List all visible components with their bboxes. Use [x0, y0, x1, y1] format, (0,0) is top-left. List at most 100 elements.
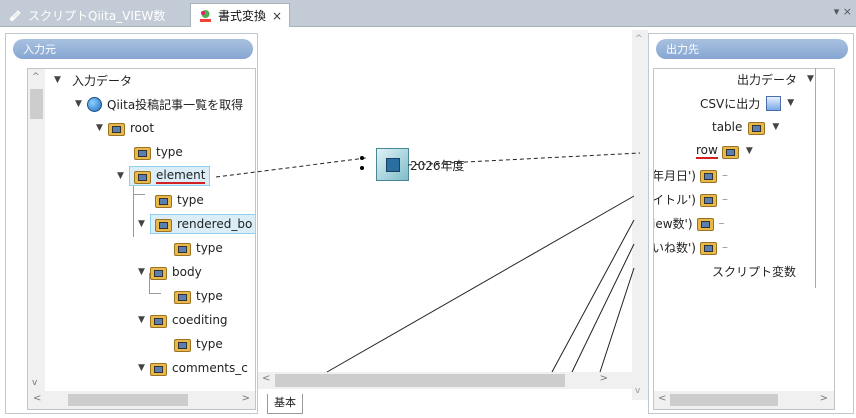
- collapse-arrow-icon[interactable]: ▼: [138, 363, 150, 373]
- function-node-label: 2026年度: [410, 159, 465, 173]
- scroll-thumb[interactable]: [275, 374, 565, 387]
- scroll-thumb[interactable]: [670, 394, 778, 406]
- tree-node-type[interactable]: type: [174, 238, 223, 258]
- tree-node-label: row: [696, 143, 718, 159]
- collapse-arrow-icon[interactable]: ▼: [807, 74, 819, 84]
- input-source-header: 入力元: [13, 39, 253, 59]
- tree-connector: –: [721, 192, 728, 206]
- tree-node-label: いね数'): [653, 240, 696, 255]
- globe-icon: [87, 96, 102, 112]
- tree-node-coediting[interactable]: ▼ coediting: [138, 310, 228, 330]
- collapse-arrow-icon[interactable]: ▼: [117, 171, 129, 181]
- function-node-icon[interactable]: [376, 148, 409, 181]
- tree-connector: –: [718, 216, 725, 230]
- folder-icon: [748, 120, 766, 135]
- scroll-up-icon[interactable]: ^: [635, 34, 643, 44]
- scroll-right-icon[interactable]: >: [820, 393, 828, 404]
- tab-script-qiita-view[interactable]: スクリプトQiita_VIEW数: [8, 3, 165, 27]
- tree-node-label: type: [196, 337, 223, 351]
- collapse-arrow-icon[interactable]: ▼: [138, 219, 150, 229]
- tree-guide: [149, 293, 161, 294]
- scroll-left-icon[interactable]: <: [33, 393, 41, 404]
- tree-connector: –: [721, 240, 728, 254]
- collapse-arrow-icon[interactable]: ▼: [96, 123, 108, 133]
- tree-node-label: table: [712, 120, 743, 134]
- tree-node-input-data[interactable]: ▼ 入力データ: [54, 70, 132, 90]
- tree-node-output-data[interactable]: 出力データ ▼: [737, 69, 819, 89]
- folder-icon: [174, 337, 191, 352]
- tab-bar: スクリプトQiita_VIEW数 書式変換 × ▾ ×: [0, 0, 856, 27]
- tab-label: スクリプトQiita_VIEW数: [28, 8, 166, 23]
- folder-icon: [134, 169, 151, 184]
- tree-node-label: element: [156, 168, 206, 184]
- collapse-arrow-icon[interactable]: ▼: [138, 267, 150, 277]
- scroll-right-icon[interactable]: >: [242, 393, 250, 404]
- canvas-vertical-scrollbar[interactable]: ^ v: [632, 30, 648, 400]
- tree-node-label: 年月日'): [653, 168, 696, 183]
- tab-basic[interactable]: 基本: [267, 394, 303, 414]
- folder-icon: [699, 168, 717, 183]
- canvas-horizontal-scrollbar[interactable]: < >: [258, 372, 632, 389]
- tree-node-rendered-body[interactable]: ▼ rendered_bo: [138, 214, 255, 234]
- tree-node-label: type: [177, 193, 204, 207]
- tree-node-label: coediting: [172, 313, 228, 327]
- close-icon[interactable]: ×: [272, 9, 282, 23]
- scroll-thumb[interactable]: [68, 394, 188, 406]
- mapping-canvas[interactable]: 2026年度 ^ v < > 基本: [258, 30, 648, 414]
- csv-file-icon: [766, 95, 782, 111]
- tree-node-type[interactable]: type: [134, 142, 183, 162]
- collapse-arrow-icon[interactable]: ▼: [75, 99, 87, 109]
- tree-node-table[interactable]: table ▼: [712, 117, 784, 137]
- tree-node-type[interactable]: type: [155, 190, 204, 210]
- collapse-arrow-icon[interactable]: ▼: [772, 122, 784, 132]
- tree-node-type[interactable]: type: [174, 286, 223, 306]
- tree-node-selection[interactable]: element: [129, 166, 211, 186]
- format-conversion-window: スクリプトQiita_VIEW数 書式変換 × ▾ × 入力元 ^ v ▼ 入力…: [0, 0, 856, 418]
- collapse-arrow-icon[interactable]: ▼: [54, 75, 66, 85]
- folder-icon: [696, 216, 714, 231]
- scroll-left-icon[interactable]: <: [262, 373, 270, 384]
- tree-node-likes-count-field[interactable]: いね数') –: [653, 237, 728, 257]
- script-icon: [8, 8, 23, 23]
- scroll-right-icon[interactable]: >: [600, 373, 608, 384]
- tree-node-qiita-article-list[interactable]: ▼ Qiita投稿記事一覧を取得: [75, 94, 243, 114]
- tree-connector: –: [721, 168, 728, 182]
- tree-node-date-field[interactable]: 年月日') –: [653, 165, 728, 185]
- scroll-thumb[interactable]: [30, 89, 43, 119]
- scroll-left-icon[interactable]: <: [658, 393, 666, 404]
- tree-node-label: root: [130, 121, 155, 135]
- tree-node-script-variables[interactable]: スクリプト変数: [712, 261, 796, 281]
- tree-node-root[interactable]: ▼ root: [96, 118, 154, 138]
- tree-node-label: CSVに出力: [700, 96, 761, 111]
- folder-icon: [699, 240, 717, 255]
- collapse-arrow-icon[interactable]: ▼: [138, 315, 150, 325]
- tree-node-label: スクリプト変数: [712, 264, 797, 279]
- tree-node-label: body: [172, 265, 202, 279]
- scroll-down-icon[interactable]: v: [635, 386, 640, 396]
- scroll-up-icon[interactable]: ^: [32, 72, 40, 82]
- output-tree-horizontal-scrollbar[interactable]: < >: [654, 391, 834, 409]
- input-tree-vertical-scrollbar[interactable]: ^ v: [28, 69, 45, 391]
- folder-icon: [150, 361, 167, 376]
- format-conversion-icon: [198, 8, 213, 23]
- tree-node-type[interactable]: type: [174, 334, 223, 354]
- input-source-panel: 入力元 ^ v ▼ 入力データ ▼ Qiita投稿記事一覧を取得 ▼ root …: [5, 33, 258, 414]
- folder-icon: [174, 289, 191, 304]
- tree-node-element[interactable]: ▼ element: [117, 166, 211, 186]
- tree-node-selection[interactable]: rendered_bo: [150, 214, 255, 234]
- scroll-down-icon[interactable]: v: [32, 378, 37, 388]
- tree-node-body[interactable]: ▼ body: [138, 262, 202, 282]
- tab-list-menu-icon[interactable]: ▾ ×: [834, 5, 852, 18]
- folder-icon: [134, 145, 151, 160]
- tree-node-label: type: [196, 289, 223, 303]
- input-tree-horizontal-scrollbar[interactable]: < >: [28, 391, 255, 409]
- collapse-arrow-icon[interactable]: ▼: [787, 98, 799, 108]
- tree-node-row[interactable]: row ▼: [696, 141, 758, 161]
- folder-icon: [155, 217, 172, 232]
- tree-node-csv-output[interactable]: CSVに出力 ▼: [700, 93, 799, 113]
- tree-node-comments-count[interactable]: ▼ comments_c: [138, 358, 248, 378]
- tab-format-conversion[interactable]: 書式変換 ×: [190, 3, 290, 27]
- collapse-arrow-icon[interactable]: ▼: [746, 146, 758, 156]
- tree-node-view-count-field[interactable]: iew数') –: [654, 213, 725, 233]
- tree-node-title-field[interactable]: イトル') –: [654, 189, 728, 209]
